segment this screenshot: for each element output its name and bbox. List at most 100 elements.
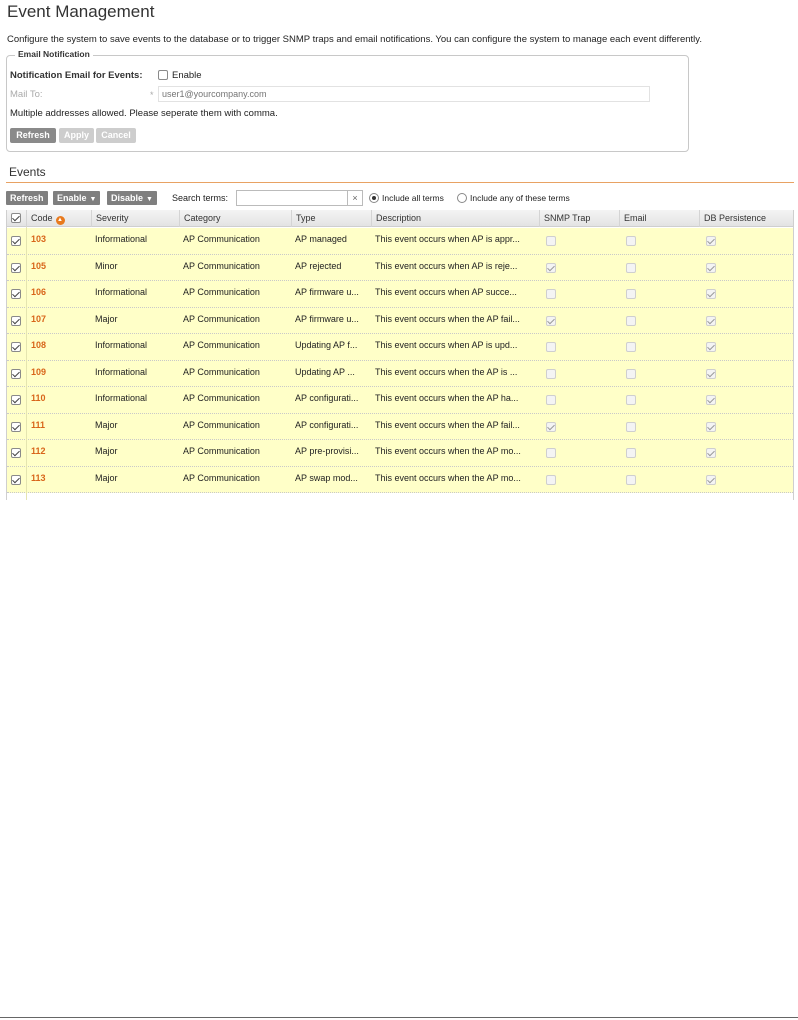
snmp-trap-checkbox (546, 474, 556, 485)
search-terms-label: Search terms: (172, 193, 229, 203)
events-section-title: Events (9, 165, 46, 179)
column-header-severity[interactable]: Severity (91, 210, 179, 227)
table-row[interactable]: 111 Major AP Communication AP configurati..… (7, 413, 793, 440)
cell-severity: Informational (95, 287, 148, 297)
include-any-terms-label[interactable]: Include any of these terms (470, 193, 570, 203)
include-any-terms-radio[interactable] (457, 193, 467, 203)
table-row[interactable]: 103 Informational AP Communication AP manag… (7, 228, 793, 255)
email-notification-legend: Email Notification (15, 49, 93, 59)
snmp-trap-checkbox (546, 395, 556, 405)
table-row[interactable]: 108 Informational AP Communication Updating… (7, 334, 793, 361)
snmp-trap-checkbox (546, 289, 556, 299)
email-apply-button[interactable]: Apply (59, 128, 94, 143)
cell-code[interactable]: 107 (31, 314, 89, 324)
cell-category: AP Communication (183, 446, 260, 456)
column-header-description[interactable]: Description (371, 210, 539, 227)
db-persistence-checkbox (706, 448, 716, 458)
cell-category: AP Communication (183, 366, 260, 377)
column-header-type[interactable]: Type (291, 210, 371, 227)
column-header-category[interactable]: Category (179, 210, 291, 227)
column-header-db-persistence[interactable]: DB Persistence (699, 210, 793, 227)
row-select-checkbox[interactable] (11, 342, 21, 352)
email-refresh-button[interactable]: Refresh (10, 128, 56, 143)
column-header-email[interactable]: Email (619, 210, 699, 227)
column-header-snmp-trap[interactable]: SNMP Trap (539, 210, 619, 227)
row-select-checkbox[interactable] (11, 262, 21, 273)
email-cancel-button[interactable]: Cancel (96, 128, 136, 143)
db-persistence-checkbox (706, 289, 716, 299)
mail-to-input[interactable] (158, 86, 650, 102)
cell-category: AP Communication (183, 234, 260, 244)
row-select-checkbox[interactable] (11, 289, 21, 299)
cell-severity: Informational (95, 340, 148, 350)
row-select-checkbox[interactable] (11, 315, 21, 326)
table-row[interactable]: 112 Major AP Communication AP pre-provisi..… (7, 440, 793, 467)
clear-search-icon[interactable]: × (348, 190, 363, 206)
snmp-trap-checkbox (546, 368, 556, 379)
include-all-terms-label[interactable]: Include all terms (382, 193, 444, 203)
table-row[interactable]: 109 Informational AP Communication Updating… (7, 360, 793, 387)
events-enable-dropdown[interactable]: Enable ▼ (53, 191, 101, 205)
cell-severity: Major (95, 419, 118, 430)
cell-category: AP Communication (183, 260, 260, 271)
row-select-checkbox[interactable] (11, 474, 21, 485)
cell-type: AP firmware u... (295, 287, 359, 297)
table-row[interactable]: 105 Minor AP Communication AP rejected This … (7, 254, 793, 281)
cell-code[interactable]: 106 (31, 287, 89, 297)
snmp-trap-checkbox (546, 342, 556, 352)
table-row[interactable]: 107 Major AP Communication AP firmware u...… (7, 307, 793, 334)
cell-category: AP Communication (183, 340, 260, 350)
cell-description: This event occurs when AP is appr... (375, 234, 520, 244)
column-header-code[interactable]: Code ▲ (26, 210, 91, 227)
cell-type: AP configurati... (295, 419, 359, 430)
select-all-checkbox[interactable] (11, 213, 21, 223)
row-select-checkbox[interactable] (11, 448, 21, 458)
cell-type: AP firmware u... (295, 313, 359, 324)
cell-severity: Informational (95, 234, 148, 244)
cell-description: This event occurs when AP is reje... (375, 260, 518, 271)
cell-code[interactable]: 112 (31, 446, 89, 456)
cell-code[interactable]: 105 (31, 261, 89, 271)
enable-notification-checkbox[interactable] (158, 70, 168, 80)
table-row[interactable]: 110 Informational AP Communication AP confi… (7, 387, 793, 414)
row-select-checkbox[interactable] (11, 395, 21, 405)
events-disable-dropdown[interactable]: Disable ▼ (107, 191, 157, 205)
cell-description: This event occurs when the AP fail... (375, 419, 520, 430)
email-checkbox (626, 289, 636, 299)
row-select-checkbox[interactable] (11, 421, 21, 432)
cell-code[interactable]: 108 (31, 340, 89, 350)
column-divider (26, 227, 27, 500)
events-refresh-button[interactable]: Refresh (6, 191, 48, 205)
cell-type: Updating AP ... (295, 366, 355, 377)
cell-code[interactable]: 113 (31, 473, 89, 483)
table-row[interactable]: 113 Major AP Communication AP swap mod... Th… (7, 466, 793, 493)
email-checkbox (626, 474, 636, 485)
cell-category: AP Communication (183, 287, 260, 297)
events-disable-label: Disable (111, 193, 144, 203)
row-select-checkbox[interactable] (11, 236, 21, 246)
include-all-terms-radio[interactable] (369, 193, 379, 203)
snmp-trap-checkbox (546, 421, 556, 432)
mail-to-label: Mail To: (10, 89, 43, 100)
email-checkbox (626, 262, 636, 273)
cell-description: This event occurs when the AP is ... (375, 366, 518, 377)
cell-type: AP configurati... (295, 393, 359, 403)
cell-description: This event occurs when the AP mo... (375, 446, 521, 456)
cell-code[interactable]: 110 (31, 393, 89, 403)
row-select-checkbox[interactable] (11, 368, 21, 379)
table-row[interactable]: 106 Informational AP Communication AP firmw… (7, 281, 793, 308)
cell-code[interactable]: 111 (31, 420, 89, 430)
cell-severity: Informational (95, 366, 148, 377)
sort-ascending-icon: ▲ (55, 216, 65, 225)
cell-code[interactable]: 109 (31, 367, 89, 377)
search-input[interactable] (236, 190, 348, 206)
snmp-trap-checkbox (546, 315, 556, 326)
cell-severity: Major (95, 313, 118, 324)
enable-notification-label[interactable]: Enable (172, 70, 202, 81)
cell-description: This event occurs when the AP ha... (375, 393, 519, 403)
multiple-addresses-note: Multiple addresses allowed. Please seper… (10, 108, 278, 119)
email-checkbox (626, 448, 636, 458)
cell-severity: Major (95, 472, 118, 483)
cell-code[interactable]: 103 (31, 234, 89, 244)
email-checkbox (626, 236, 636, 246)
